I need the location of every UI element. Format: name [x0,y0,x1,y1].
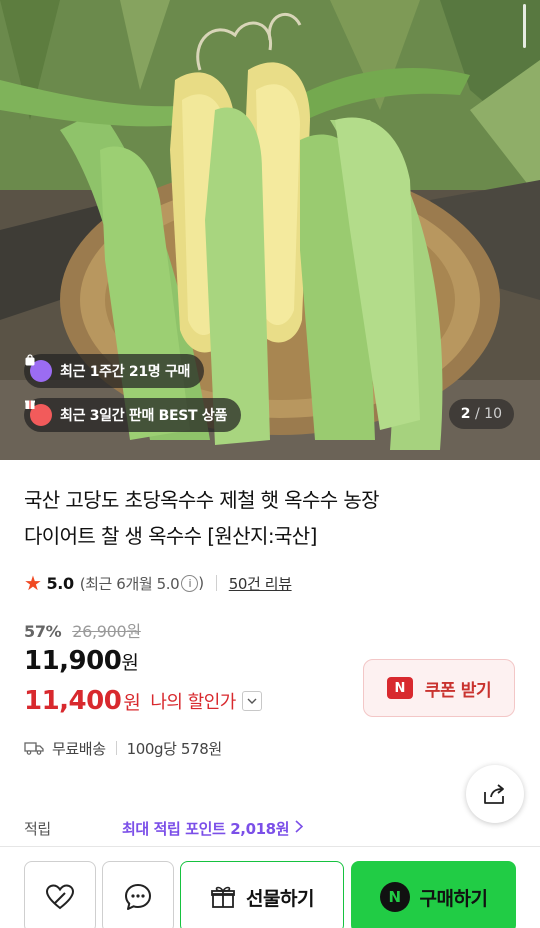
truck-icon [24,741,44,755]
unit-price-text: 100g당 578원 [126,739,223,758]
share-icon [482,782,508,806]
price-number: 11,900 [24,646,122,676]
gift-button[interactable]: 선물하기 [180,861,344,928]
product-title: 국산 고당도 초당옥수수 제철 햇 옥수수 농장 다이어트 찰 생 옥수수 [원… [24,482,514,554]
best-seller-badge: 최근 3일간 판매 BEST 상품 [24,398,242,432]
my-discount-price-row[interactable]: 11,400 원 나의 할인가 [24,686,262,716]
points-row: 적립 최대 적립 포인트 2,018원 [24,816,304,840]
gift-icon [210,884,236,910]
my-discount-label: 나의 할인가 [150,692,236,713]
chevron-down-icon[interactable] [241,691,262,711]
divider [215,575,217,591]
shopping-bag-icon [25,354,52,382]
like-button[interactable] [24,861,96,928]
bottom-action-bar: 선물하기 N 구매하기 [0,846,540,928]
best-seller-text: 최근 3일간 판매 BEST 상품 [60,408,228,424]
share-button[interactable] [466,765,524,823]
divider [115,741,117,755]
product-title-line1: 국산 고당도 초당옥수수 제철 햇 옥수수 농장 [24,488,380,512]
discount-rate: 57% [24,622,62,641]
original-price-row: 57% 26,900원 [24,618,141,642]
shipping-row: 무료배송 100g당 578원 [24,736,222,760]
max-points-link[interactable]: 최대 적립 포인트 2,018원 [122,818,290,839]
chevron-right-icon [295,819,304,837]
review-count-link[interactable]: 50건 리뷰 [229,573,292,594]
rating-recent-close: ) [198,574,204,592]
coupon-button[interactable]: N 쿠폰 받기 [363,659,515,717]
recent-buyers-badge: 최근 1주간 21명 구매 [24,354,205,388]
image-total-count: 10 [484,406,502,422]
shipping-text: 무료배송 [52,739,106,758]
corn-photo-illustration [0,0,540,460]
star-icon: ★ [24,571,42,595]
product-title-line2: 다이어트 찰 생 옥수수 [원산지:국산] [24,524,317,548]
gallery-scroll-indicator [523,4,526,48]
chat-bubble-icon [123,882,153,912]
image-current-index: 2 [460,406,471,422]
price: 11,900원 [24,646,139,676]
original-price: 26,900원 [72,622,141,641]
rating-row: ★ 5.0 (최근 6개월 5.0 i ) 50건 리뷰 [24,570,292,596]
product-image[interactable]: 최근 1주간 21명 구매 최근 3일간 판매 BEST 상품 2 / 10 [0,0,540,460]
image-counter: 2 / 10 [448,399,514,429]
heart-icon [45,883,75,911]
rating-score: 5.0 [46,573,75,593]
price-unit: 원 [121,652,139,674]
recent-buyers-text: 최근 1주간 21명 구매 [60,364,191,380]
naver-coupon-icon: N [386,677,413,699]
buy-button-label: 구매하기 [419,887,488,910]
points-label: 적립 [24,819,51,838]
coupon-button-label: 쿠폰 받기 [424,680,492,701]
gift-button-label: 선물하기 [246,887,314,910]
talktalk-button[interactable] [102,861,174,928]
info-icon[interactable]: i [181,574,199,592]
rating-recent-text: (최근 6개월 5.0 [79,574,180,593]
buy-button[interactable]: N 구매하기 [351,861,516,928]
naver-pay-icon: N [379,882,410,912]
gift-box-icon [25,400,52,426]
sale-price-unit: 원 [123,691,141,714]
sale-price-number: 11,400 [24,686,122,716]
